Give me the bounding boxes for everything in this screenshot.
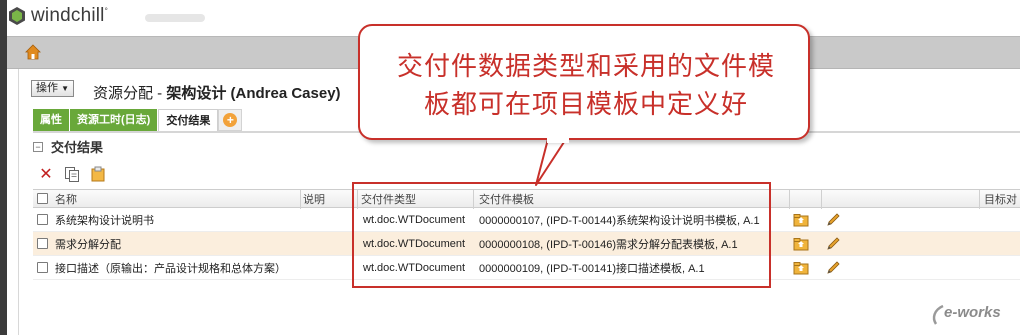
folder-icon[interactable]: [793, 260, 809, 276]
column-divider: [979, 190, 980, 209]
watermark-logo: e-works: [930, 302, 1016, 328]
add-tab-button[interactable]: +: [218, 109, 243, 131]
column-header-description[interactable]: 说明: [303, 190, 325, 207]
section-title: 交付结果: [51, 140, 104, 155]
tab-bar: 属性 资源工时(日志) 交付结果 +: [33, 109, 243, 131]
delete-icon[interactable]: ✕: [37, 165, 55, 183]
page-title-strong: 架构设计 (Andrea Casey): [166, 85, 341, 102]
column-header-name[interactable]: 名称: [55, 190, 77, 207]
folder-icon-cell: [793, 232, 809, 255]
actions-menu-button[interactable]: 操作 ▼: [31, 80, 74, 97]
edit-icon-cell: [825, 256, 841, 279]
paste-icon[interactable]: [89, 165, 107, 183]
callout-bubble: 交付件数据类型和采用的文件模 板都可在项目模板中定义好: [358, 24, 810, 140]
collapse-icon[interactable]: −: [33, 141, 43, 152]
table-toolbar: ✕: [37, 165, 107, 183]
section-header: − 交付结果: [33, 137, 103, 156]
pencil-icon[interactable]: [825, 212, 841, 228]
left-edge-strip: [0, 0, 7, 335]
page-title-prefix: 资源分配 -: [93, 85, 167, 102]
select-all-checkbox[interactable]: [37, 193, 48, 204]
row-name[interactable]: 需求分解分配: [55, 232, 121, 255]
row-checkbox-cell: [37, 256, 48, 279]
row-checkbox[interactable]: [37, 214, 48, 225]
folder-icon[interactable]: [793, 236, 809, 252]
callout-line-1: 交付件数据类型和采用的文件模: [396, 52, 775, 82]
row-checkbox-cell: [37, 208, 48, 231]
windchill-logo-icon: [9, 7, 25, 25]
column-header-target[interactable]: 目标对: [984, 190, 1017, 207]
chevron-down-icon: ▼: [61, 84, 69, 93]
row-name[interactable]: 接口描述（原输出：产品设计规格和总体方案）: [55, 256, 286, 279]
folder-icon-cell: [793, 256, 809, 279]
select-all-checkbox-cell: [37, 190, 48, 207]
edit-icon-cell: [825, 208, 841, 231]
callout-pointer-mask: [547, 137, 569, 143]
tab-resource-hours[interactable]: 资源工时(日志): [70, 109, 159, 131]
plus-icon: +: [223, 113, 238, 127]
folder-icon[interactable]: [793, 212, 809, 228]
callout-text: 交付件数据类型和采用的文件模 板都可在项目模板中定义好: [360, 48, 812, 124]
edit-icon-cell: [825, 232, 841, 255]
row-checkbox[interactable]: [37, 238, 48, 249]
home-icon[interactable]: [25, 44, 41, 60]
copy-icon[interactable]: [63, 165, 81, 183]
watermark-text: e-works: [944, 304, 1001, 321]
row-checkbox-cell: [37, 232, 48, 255]
folder-icon-cell: [793, 208, 809, 231]
brand-name: windchill°: [31, 5, 109, 26]
page-title: 资源分配 - 架构设计 (Andrea Casey): [93, 82, 341, 103]
pencil-icon[interactable]: [825, 236, 841, 252]
pencil-icon[interactable]: [825, 260, 841, 276]
row-name[interactable]: 系统架构设计说明书: [55, 208, 154, 231]
callout-line-2: 板都可在项目模板中定义好: [423, 90, 748, 120]
column-divider: [821, 190, 822, 209]
actions-label: 操作: [36, 82, 58, 94]
tab-attributes[interactable]: 属性: [33, 109, 70, 131]
row-checkbox[interactable]: [37, 262, 48, 273]
highlight-box: [352, 182, 771, 288]
column-divider: [789, 190, 790, 209]
blurred-text: [145, 14, 205, 22]
column-divider: [300, 190, 301, 209]
tab-deliverables[interactable]: 交付结果: [158, 109, 219, 131]
